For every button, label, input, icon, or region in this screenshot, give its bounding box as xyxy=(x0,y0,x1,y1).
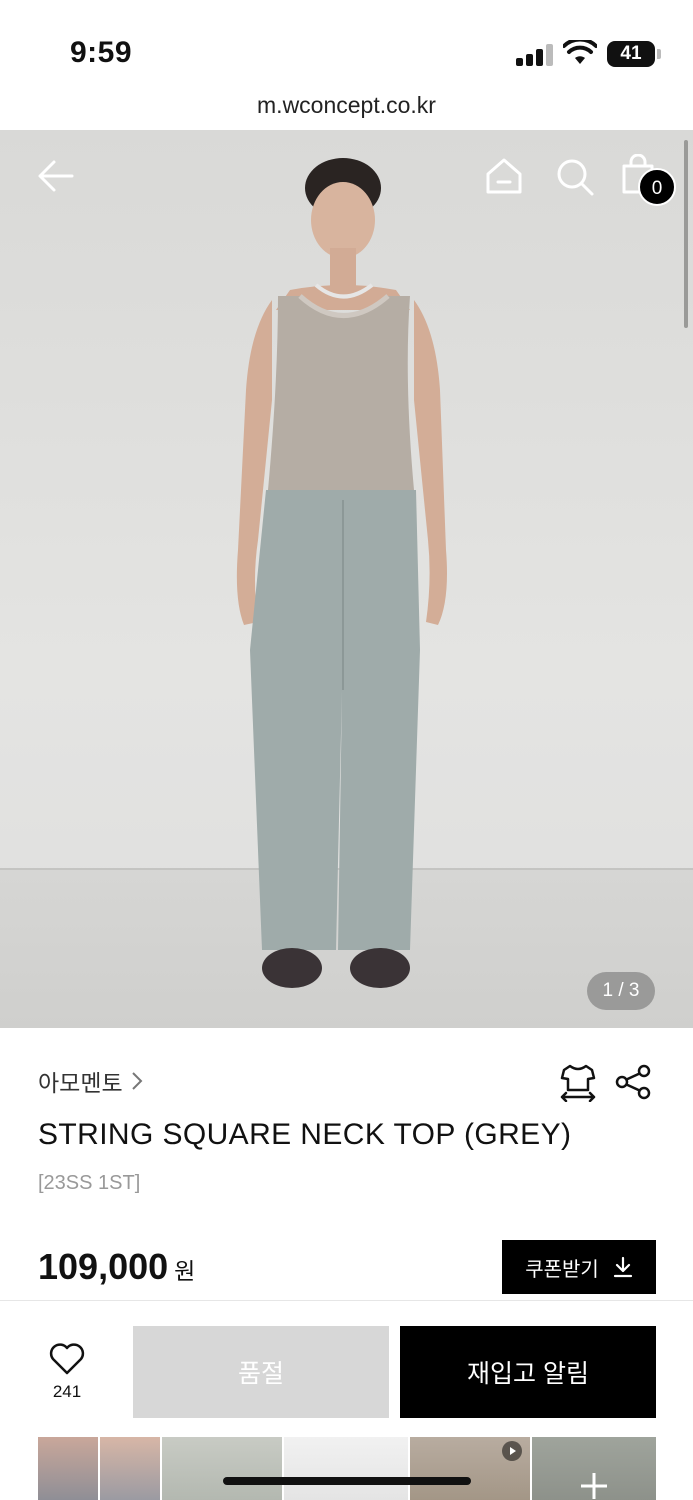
soldout-button: 품절 xyxy=(133,1326,389,1418)
home-icon[interactable] xyxy=(484,156,524,196)
review-thumbnail[interactable] xyxy=(38,1437,98,1500)
product-subtitle: [23SS 1ST] xyxy=(38,1172,141,1194)
product-image-gallery[interactable]: 0 1 / 3 xyxy=(0,130,693,1028)
wifi-icon xyxy=(563,40,597,64)
brand-link[interactable]: 아모멘토 xyxy=(38,1064,143,1098)
heart-icon xyxy=(49,1343,85,1375)
status-time: 9:59 xyxy=(70,36,133,69)
product-price: 109,000 원 xyxy=(38,1246,195,1288)
review-thumbnail[interactable] xyxy=(410,1437,530,1500)
review-thumbnail[interactable] xyxy=(284,1437,408,1500)
share-icon[interactable] xyxy=(614,1064,652,1100)
gallery-page-indicator: 1 / 3 xyxy=(587,972,655,1010)
play-icon xyxy=(502,1441,522,1461)
home-indicator xyxy=(223,1477,471,1485)
brand-name: 아모멘토 xyxy=(38,1070,123,1096)
plus-icon xyxy=(581,1473,607,1499)
chevron-right-icon xyxy=(131,1072,143,1090)
url-bar[interactable]: m.wconcept.co.kr xyxy=(0,88,693,130)
cart-count-badge[interactable]: 0 xyxy=(638,168,676,206)
review-thumbnail-more[interactable] xyxy=(532,1437,656,1500)
coupon-button[interactable]: 쿠폰받기 xyxy=(502,1240,656,1294)
wishlist-button[interactable]: 241 xyxy=(40,1343,94,1402)
review-thumbnail[interactable] xyxy=(100,1437,160,1500)
product-title: STRING SQUARE NECK TOP (GREY) xyxy=(38,1118,572,1151)
wishlist-count: 241 xyxy=(52,1382,82,1401)
status-bar: 9:59 41 xyxy=(0,0,693,88)
restock-alert-button[interactable]: 재입고 알림 xyxy=(400,1326,656,1418)
product-photo-model xyxy=(236,158,447,988)
review-thumbnail[interactable] xyxy=(162,1437,282,1500)
review-thumbnails[interactable] xyxy=(38,1437,656,1500)
back-arrow-icon[interactable] xyxy=(36,158,76,194)
battery-tip xyxy=(657,49,661,59)
price-value: 109,000 xyxy=(38,1246,169,1287)
scroll-indicator xyxy=(684,140,688,328)
size-fit-icon[interactable] xyxy=(558,1062,598,1102)
download-icon xyxy=(613,1256,632,1278)
coupon-button-label: 쿠폰받기 xyxy=(525,1258,599,1281)
search-icon[interactable] xyxy=(554,156,596,198)
price-currency: 원 xyxy=(174,1258,196,1284)
bottom-action-bar: 241 품절 재입고 알림 xyxy=(0,1300,693,1500)
cellular-signal-icon xyxy=(516,44,556,66)
battery-icon: 41 xyxy=(607,41,655,67)
